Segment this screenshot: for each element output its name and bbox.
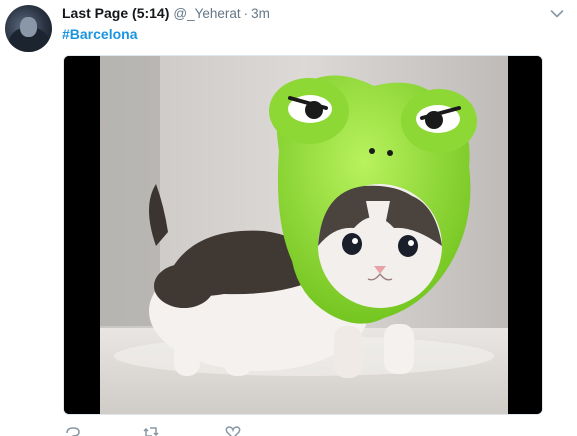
author-name[interactable]: Last Page (5:14) <box>62 5 169 21</box>
author-handle[interactable]: @_Yeherat <box>173 6 240 21</box>
tweet-actions <box>63 426 263 436</box>
like-icon[interactable] <box>225 426 241 436</box>
avatar[interactable] <box>5 5 52 52</box>
hashtag-link[interactable]: #Barcelona <box>62 26 137 42</box>
reply-icon[interactable] <box>65 426 81 436</box>
kitten-frog-hat-image <box>64 56 542 414</box>
tweet-card[interactable]: Last Page (5:14) @_Yeherat · 3m #Barcelo… <box>0 0 577 436</box>
tweet-header: Last Page (5:14) @_Yeherat · 3m <box>62 5 270 23</box>
separator-dot: · <box>243 6 249 21</box>
tweet-photo[interactable] <box>63 55 543 415</box>
timestamp[interactable]: 3m <box>251 6 270 21</box>
retweet-icon[interactable] <box>143 426 159 436</box>
chevron-down-icon[interactable] <box>550 9 564 19</box>
avatar-face <box>20 17 37 37</box>
